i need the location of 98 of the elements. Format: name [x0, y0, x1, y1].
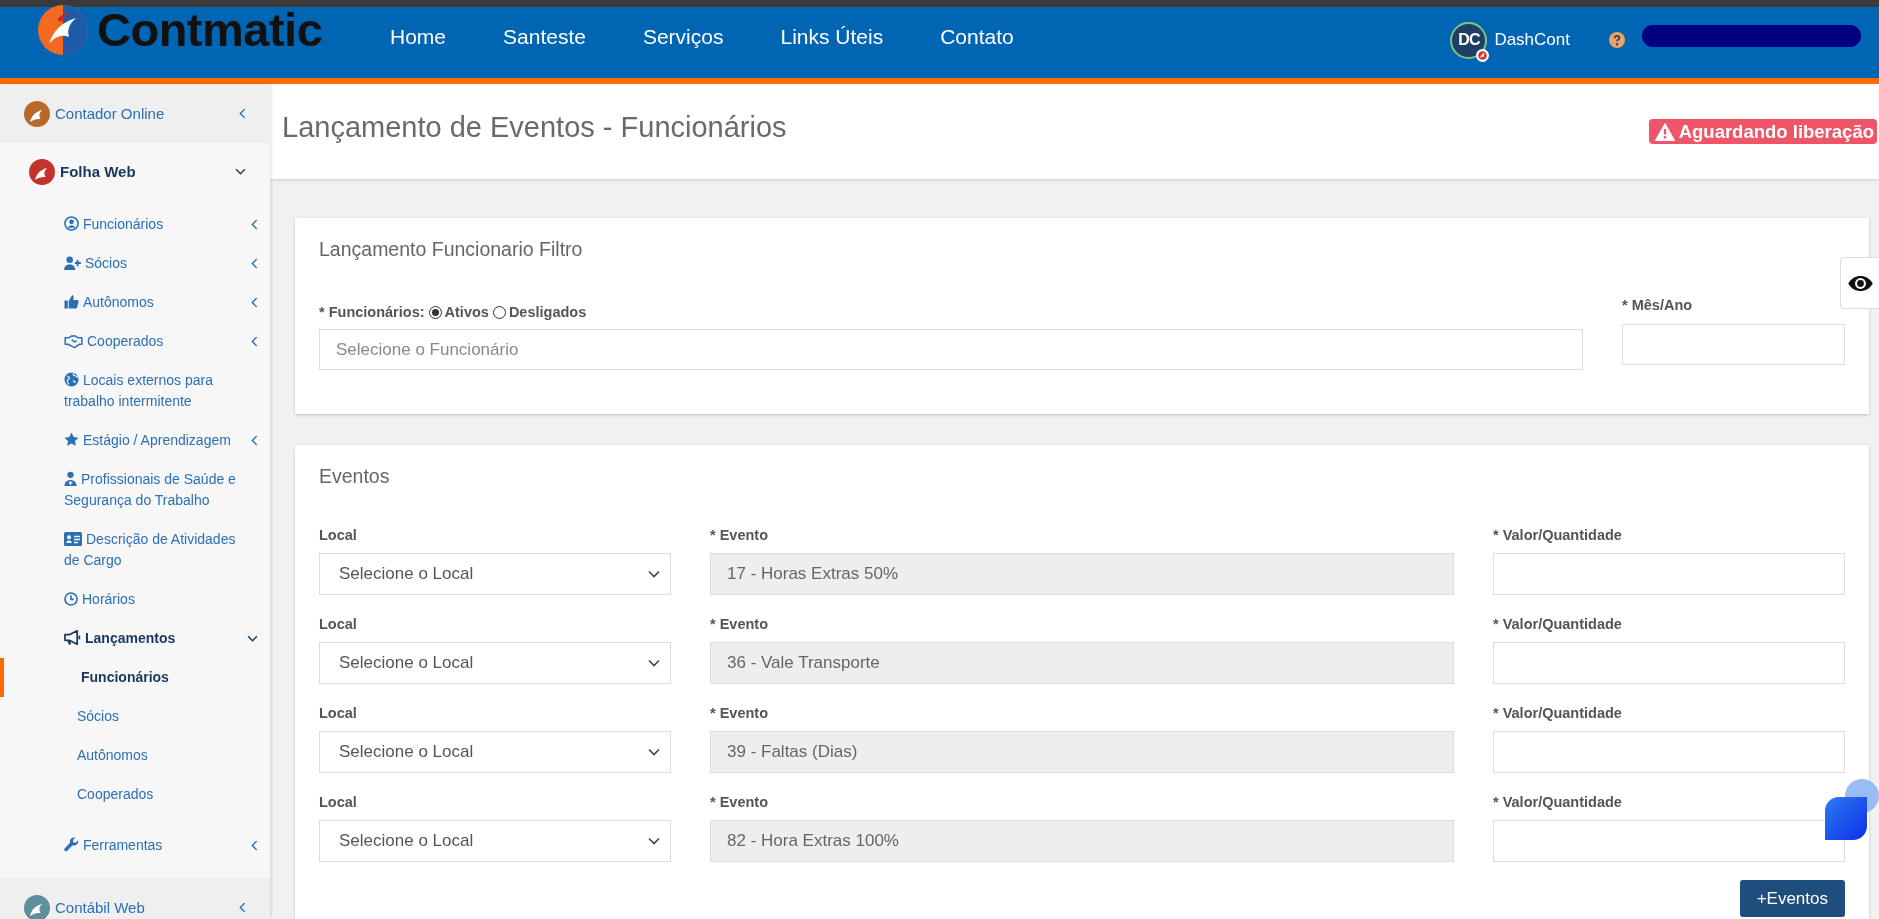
- local-select[interactable]: Selecione o Local: [319, 553, 671, 595]
- chevron-left-icon[interactable]: [251, 258, 258, 269]
- mini-logo-icon: [1476, 48, 1490, 62]
- chevron-down-icon: [648, 659, 660, 667]
- sidebar-item[interactable]: Autônomos: [0, 283, 270, 322]
- logo-icon: [37, 4, 89, 56]
- chevron-down-icon[interactable]: [235, 168, 246, 175]
- nav-link[interactable]: Serviços: [642, 19, 724, 55]
- radio-button[interactable]: [492, 305, 506, 319]
- sidebar-item[interactable]: Cooperados: [0, 322, 270, 361]
- field-label: * Evento: [710, 793, 769, 811]
- sidebar-module[interactable]: Folha Web: [0, 143, 270, 200]
- nav-link[interactable]: Santeste: [503, 19, 586, 55]
- logo-text: Contmatic: [97, 4, 323, 56]
- module-logo-icon: [24, 100, 50, 127]
- sidebar-item[interactable]: Profissionais de Saúde e Segurança do Trabalho: [0, 460, 270, 520]
- field-label: Local: [319, 704, 358, 722]
- page-title: Lançamento de Eventos - Funcionários: [282, 110, 787, 144]
- nav-link[interactable]: Links Úteis: [780, 19, 884, 55]
- app-link[interactable]: DashCont: [1494, 30, 1570, 50]
- radio-label[interactable]: Ativos: [444, 302, 489, 322]
- nav-link[interactable]: Contato: [940, 19, 1014, 55]
- radio-label[interactable]: Desligados: [508, 302, 587, 322]
- floating-widget-icon[interactable]: [1825, 779, 1879, 840]
- chevron-down-icon: [648, 570, 660, 578]
- sidebar-item[interactable]: Ferramentas: [0, 826, 270, 865]
- sidebar-item[interactable]: Lançamentos: [0, 619, 270, 658]
- field-label: * Valor/Quantidade: [1493, 704, 1623, 722]
- wrench-icon: [64, 837, 79, 852]
- sidebar-subitem[interactable]: Autônomos: [0, 736, 270, 775]
- local-select[interactable]: Selecione o Local: [319, 642, 671, 684]
- eye-toggle-button[interactable]: [1840, 257, 1879, 309]
- radio-button[interactable]: [428, 305, 442, 319]
- chevron-left-icon[interactable]: [251, 336, 258, 347]
- chevron-left-icon[interactable]: [239, 902, 246, 913]
- sidebar-item[interactable]: Funcionários: [0, 205, 270, 244]
- sidebar-subitem[interactable]: Cooperados: [0, 775, 270, 814]
- megaphone-icon: [64, 630, 81, 645]
- clock-icon: [64, 592, 78, 606]
- month-year-field[interactable]: [1622, 324, 1845, 365]
- field-label: * Valor/Quantidade: [1493, 526, 1623, 544]
- sidebar-item[interactable]: Descrição de Atividades de Cargo: [0, 520, 270, 580]
- warning-icon: [1654, 122, 1675, 141]
- amount-field[interactable]: [1493, 731, 1845, 773]
- field-label: * Evento: [710, 704, 769, 722]
- chevron-left-icon[interactable]: [251, 219, 258, 230]
- sidebar-item[interactable]: Sócios: [0, 244, 270, 283]
- card-title: Eventos: [319, 464, 391, 488]
- handshake-icon: [64, 335, 83, 348]
- field-label: * Evento: [710, 615, 769, 633]
- sidebar-item[interactable]: Horários: [0, 580, 270, 619]
- field-label: * Valor/Quantidade: [1493, 793, 1623, 811]
- eye-icon: [1846, 274, 1874, 292]
- sidebar-item[interactable]: Estágio / Aprendizagem: [0, 421, 270, 460]
- nav-link[interactable]: Home: [390, 19, 447, 55]
- id-card-icon: [64, 532, 82, 546]
- event-field: 17 - Horas Extras 50%: [710, 553, 1454, 595]
- event-field: 36 - Vale Transporte: [710, 642, 1454, 684]
- module-logo-icon: [24, 894, 50, 919]
- local-select[interactable]: Selecione o Local: [319, 820, 671, 862]
- chevron-down-icon: [648, 748, 660, 756]
- field-label: * Mês/Ano: [1622, 296, 1694, 315]
- sidebar-item[interactable]: Locais externos para trabalho intermitente: [0, 361, 270, 421]
- chevron-down-icon[interactable]: [247, 635, 258, 642]
- app-avatar: DC: [1450, 21, 1488, 59]
- amount-field[interactable]: [1493, 820, 1845, 862]
- amount-field[interactable]: [1493, 642, 1845, 684]
- field-label: Local: [319, 793, 358, 811]
- module-logo-icon: [29, 158, 55, 185]
- user-medical-icon: [64, 471, 77, 486]
- thumbs-up-icon: [64, 294, 79, 309]
- user-circle-icon: [64, 216, 79, 231]
- star-icon: [64, 432, 79, 447]
- field-label: Local: [319, 615, 358, 633]
- field-label: * Funcionários:: [319, 303, 425, 322]
- chevron-left-icon[interactable]: [251, 840, 258, 851]
- amount-field[interactable]: [1493, 553, 1845, 595]
- field-label: * Valor/Quantidade: [1493, 615, 1623, 633]
- globe-icon: [64, 372, 79, 387]
- sidebar-subitem[interactable]: Funcionários: [0, 658, 270, 697]
- status-text: Aguardando liberação: [1678, 120, 1874, 144]
- event-field: 39 - Faltas (Dias): [710, 731, 1454, 773]
- card-title: Lançamento Funcionario Filtro: [319, 237, 584, 261]
- chevron-left-icon[interactable]: [239, 108, 246, 119]
- chevron-down-icon: [648, 837, 660, 845]
- help-icon[interactable]: [1609, 32, 1625, 48]
- chevron-left-icon[interactable]: [251, 297, 258, 308]
- add-events-button[interactable]: +Eventos: [1739, 880, 1845, 917]
- field-label: Local: [319, 526, 358, 544]
- chevron-left-icon[interactable]: [251, 435, 258, 446]
- employee-field[interactable]: Selecione o Funcionário: [319, 329, 1583, 370]
- sidebar-module[interactable]: Contador Online: [0, 84, 270, 143]
- user-plus-icon: [64, 256, 81, 270]
- sidebar-subitem[interactable]: Sócios: [0, 697, 270, 736]
- event-field: 82 - Hora Extras 100%: [710, 820, 1454, 862]
- field-label: * Evento: [710, 526, 769, 544]
- local-select[interactable]: Selecione o Local: [319, 731, 671, 773]
- sidebar-module[interactable]: Contábil Web: [0, 878, 270, 919]
